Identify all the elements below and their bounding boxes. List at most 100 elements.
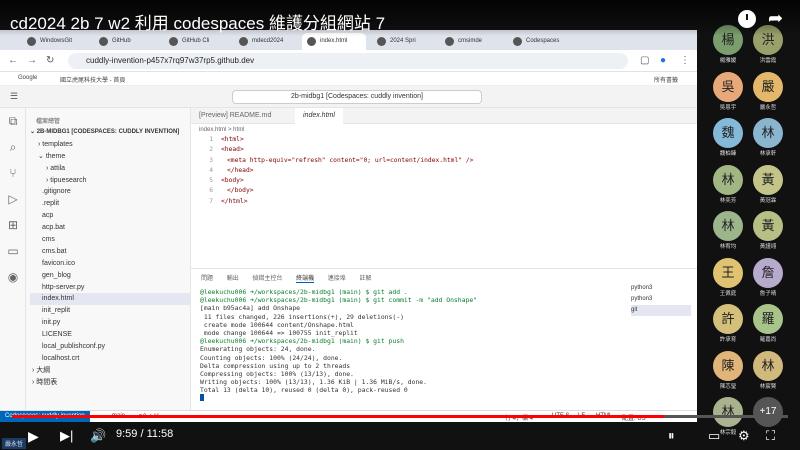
extensions-icon[interactable]: ▢	[640, 55, 649, 66]
bookmark-nfu[interactable]: 國立虎尾科技大學 - 首頁	[60, 75, 125, 84]
tree-item[interactable]: local_publishconf.py	[30, 341, 190, 353]
reload-icon[interactable]: ↻	[46, 55, 54, 66]
all-bookmarks[interactable]: 所有書籤	[654, 75, 678, 84]
code-line: 2 <head>	[191, 145, 697, 155]
participant-avatar[interactable]: 許	[713, 304, 743, 334]
explorer-sidebar: 檔案總管 ⌄ 2B-MIDBG1 [CODESPACES: CUDDLY INV…	[26, 108, 191, 410]
participant-name: 楊雅媛	[719, 58, 737, 64]
url-input[interactable]: cuddly-invention-p457x7rq97w37rp5.github…	[68, 53, 628, 69]
terminal-item-active[interactable]: git	[631, 305, 691, 316]
tree-item[interactable]: acp	[30, 210, 190, 222]
outline-section[interactable]: › 大綱	[30, 365, 190, 377]
tree-item[interactable]: cms	[30, 234, 190, 246]
browser-menu-icon[interactable]: ⋮	[680, 55, 690, 66]
terminal-item[interactable]: python3	[631, 283, 691, 294]
tree-item[interactable]: .gitignore	[30, 186, 190, 198]
participant-name: 陳芯瑩	[719, 383, 737, 390]
progress-bar[interactable]	[12, 415, 788, 418]
code-line: 3 <meta http-equiv="refresh" content="0; …	[191, 156, 697, 166]
autoplay-toggle-icon[interactable]: ⏸	[668, 428, 675, 444]
share-icon[interactable]: ➦	[768, 8, 783, 29]
play-icon[interactable]: ▶	[28, 428, 39, 445]
video-player[interactable]: WindowsGit GitHub GitHub Cli mdecd2024 i…	[0, 0, 800, 450]
tree-item[interactable]: › tipuesearch	[30, 175, 190, 187]
participant-avatar[interactable]: 林	[713, 211, 743, 241]
panel-tab-comments[interactable]: 註解	[359, 276, 371, 282]
terminal-item[interactable]: python3	[631, 294, 691, 305]
tree-item[interactable]: › attila	[30, 163, 190, 175]
code-editor[interactable]: 1 <html> 2 <head> 3 <meta http-equiv="refresh…	[191, 135, 697, 207]
code-line: 1 <html>	[191, 135, 697, 145]
participant-avatar[interactable]: 林	[753, 118, 783, 148]
remote-explorer-icon[interactable]: ▭	[0, 238, 26, 264]
tree-item[interactable]: › templates	[30, 139, 190, 151]
participant-avatar[interactable]: 林	[713, 164, 743, 195]
back-icon[interactable]: ←	[8, 55, 18, 66]
editor-tab-index[interactable]: index.html	[295, 108, 343, 124]
terminal-line: Compressing objects: 100% (13/13), done.	[200, 369, 354, 378]
participant-name: 林宸賢	[759, 383, 777, 390]
participant-name: 許承育	[719, 337, 737, 343]
github-icon[interactable]: ◉	[0, 264, 26, 290]
subtitles-icon[interactable]: ▭	[708, 428, 720, 444]
tree-item[interactable]: init_replit	[30, 305, 190, 317]
tree-item[interactable]: .replit	[30, 198, 190, 210]
panel-tab-debug[interactable]: 偵錯主控台	[252, 276, 282, 282]
participant-avatar[interactable]: 吳	[713, 71, 743, 102]
bookmark-google[interactable]: Google	[18, 75, 37, 81]
code-text: </body>	[227, 187, 254, 195]
profile-icon[interactable]: ●	[660, 55, 666, 66]
participant-avatar[interactable]: 嚴	[753, 71, 783, 102]
timeline-section[interactable]: › 時間表	[30, 377, 190, 389]
tree-item[interactable]: http-server.py	[30, 282, 190, 294]
volume-icon[interactable]: 🔊	[90, 428, 106, 444]
tree-item[interactable]: gen_blog	[30, 270, 190, 282]
participant-name: 詹子晴	[759, 290, 777, 297]
participant-avatar[interactable]: 黃	[753, 164, 783, 195]
participant-avatar[interactable]: 羅	[753, 304, 783, 334]
screen-capture: WindowsGit GitHub GitHub Cli mdecd2024 i…	[0, 30, 697, 422]
panel-tabs: 問題 輸出 偵錯主控台 終端機 連接埠 註解	[201, 273, 383, 283]
panel-tab-problems[interactable]: 問題	[201, 276, 213, 282]
panel-tab-ports[interactable]: 連接埠	[328, 276, 346, 282]
hamburger-menu-icon[interactable]: ☰	[10, 91, 18, 102]
participant-avatar[interactable]: 王	[713, 257, 743, 288]
tree-item[interactable]: cms.bat	[30, 246, 190, 258]
terminal-output[interactable]: @leekuchu006 ➜/workspaces/2b-midbg1 (mai…	[200, 288, 630, 403]
explorer-icon[interactable]: ⧉	[0, 108, 26, 134]
tree-item[interactable]: favicon.ico	[30, 258, 190, 270]
run-debug-icon[interactable]: ▷	[0, 186, 26, 212]
panel-tab-output[interactable]: 輸出	[227, 276, 239, 282]
tree-item[interactable]: LICENSE	[30, 329, 190, 341]
participant-name: 魏柏臻	[719, 151, 737, 157]
participant-avatar[interactable]: 林	[753, 350, 783, 381]
settings-gear-icon[interactable]: ⚙	[738, 428, 750, 444]
participant-avatar[interactable]: 魏	[713, 118, 743, 148]
next-icon[interactable]: ▶|	[60, 428, 73, 444]
command-center[interactable]: 2b-midbg1 [Codespaces: cuddly invention]	[232, 90, 482, 104]
video-title[interactable]: cd2024 2b 7 w2 利用 codespaces 維護分組網站 7	[10, 9, 385, 34]
participant-name: 嚴永哲	[759, 104, 777, 111]
panel-tab-terminal[interactable]: 終端機	[296, 276, 315, 283]
source-control-icon[interactable]: ⑂	[0, 160, 26, 186]
participants-panel: 楊楊雅媛洪洪雲霞吳吳恩宇嚴嚴永哲魏魏柏臻林林承軒林林奕芳黃黃冠霖林林宥均黃黃謹翊…	[697, 0, 800, 450]
tree-item[interactable]: localhost.crt	[30, 353, 190, 365]
workspace-root[interactable]: ⌄ 2B-MIDBG1 [CODESPACES: CUDDLY INVENTIO…	[30, 127, 190, 139]
participant-name: 羅嘉尚	[759, 337, 777, 343]
editor-tab-readme[interactable]: [Preview] README.md	[191, 108, 279, 124]
terminal-line: mode change 100644 => 100755 init_replit	[200, 328, 358, 337]
participant-avatar[interactable]: 陳	[713, 350, 743, 381]
participant-avatar[interactable]: 黃	[753, 211, 783, 241]
tree-item[interactable]: acp.bat	[30, 222, 190, 234]
participant-avatar[interactable]: 詹	[753, 257, 783, 288]
fullscreen-icon[interactable]: ⛶	[766, 428, 775, 444]
tree-item[interactable]: ⌄ theme	[30, 151, 190, 163]
tree-item-selected[interactable]: index.html	[30, 293, 190, 306]
search-icon[interactable]: ⌕	[0, 134, 26, 160]
forward-icon[interactable]: →	[27, 55, 37, 66]
tree-item[interactable]: init.py	[30, 317, 190, 329]
progress-fill	[12, 415, 664, 418]
extensions-icon[interactable]: ⊞	[0, 212, 26, 238]
watch-later-icon[interactable]	[738, 10, 756, 28]
breadcrumb[interactable]: index.html > html	[199, 127, 245, 133]
